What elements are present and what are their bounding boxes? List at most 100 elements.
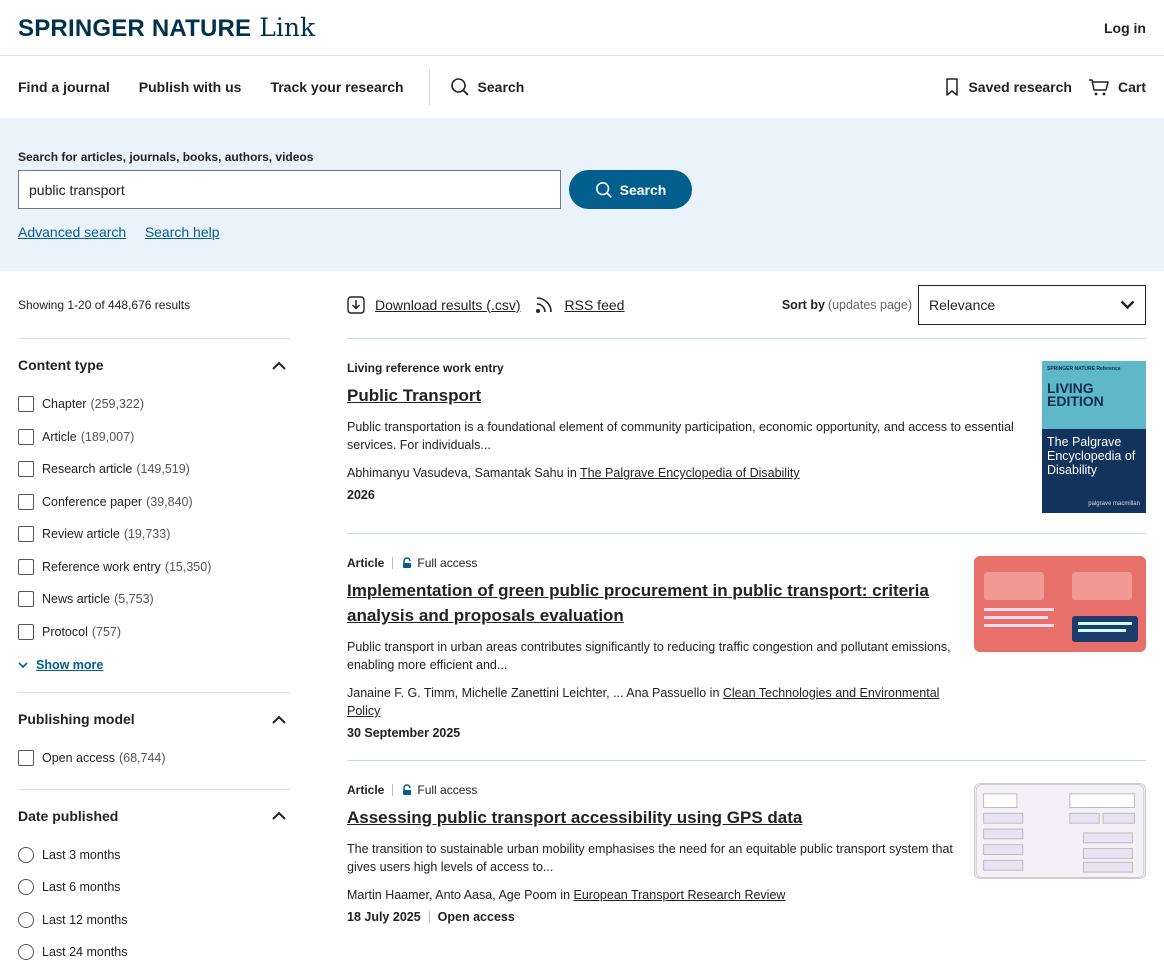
chevron-up-icon[interactable] [272, 811, 286, 820]
facet-publishing-model-header[interactable]: Publishing model [18, 711, 290, 727]
filter-option[interactable]: Open access (68,744) [18, 742, 290, 775]
nav-search-button[interactable]: Search [450, 77, 524, 97]
filter-option[interactable]: News article (5,753) [18, 583, 290, 616]
nav-saved-label: Saved research [968, 79, 1072, 95]
option-count: (15,350) [164, 559, 212, 574]
facet-publishing-model: Publishing model Open access (68,744) [18, 693, 290, 790]
results-toolbar: Download results (.csv) RSS feed Sort by… [347, 271, 1146, 339]
top-header: SPRINGER NATURE Link Log in [0, 0, 1164, 56]
main-nav: Find a journal Publish with us Track you… [0, 56, 1164, 118]
sort-select[interactable]: Relevance [918, 284, 1146, 325]
filter-option[interactable]: Protocol (757) [18, 616, 290, 649]
result-snippet: Public transport in urban areas contribu… [347, 640, 951, 672]
authors-text: Abhimanyu Vasudeva, Samantak Sahu in [347, 466, 581, 480]
nav-divider [428, 69, 430, 105]
radio[interactable] [18, 911, 34, 928]
filter-option[interactable]: Conference paper (39,840) [18, 486, 290, 519]
graphical-abstract-thumbnail[interactable] [974, 783, 1146, 924]
option-label: Last 3 months [42, 847, 121, 862]
chevron-up-icon[interactable] [272, 715, 286, 724]
result-item: Living reference work entry Public Trans… [347, 339, 1146, 534]
graphical-abstract-image [974, 783, 1146, 879]
radio[interactable] [18, 879, 34, 896]
download-results-link[interactable]: Download results (.csv) [347, 295, 521, 314]
graphical-abstract-image [974, 556, 1146, 652]
nav-publish-with-us[interactable]: Publish with us [139, 79, 242, 95]
result-title-link[interactable]: Public Transport [347, 383, 1022, 408]
sort-note: (updates page) [827, 297, 912, 312]
login-link[interactable]: Log in [1104, 20, 1146, 36]
logo-brand: SPRINGER NATURE [18, 14, 252, 42]
date-option[interactable]: Last 24 months [18, 936, 290, 969]
search-submit-button[interactable]: Search [569, 170, 692, 209]
nav-find-journal[interactable]: Find a journal [18, 79, 110, 95]
access-badge: Full access [401, 783, 477, 797]
cart-icon [1088, 79, 1109, 96]
full-access-icon [403, 784, 412, 795]
result-title-link[interactable]: Assessing public transport accessibility… [347, 805, 954, 830]
checkbox[interactable] [18, 750, 34, 767]
bookmark-icon [946, 78, 959, 96]
search-input[interactable] [18, 170, 561, 209]
date-text: 18 July 2025 [347, 910, 421, 924]
option-label: Chapter [42, 397, 87, 412]
search-icon [450, 78, 469, 96]
result-title-link[interactable]: Implementation of green public procureme… [347, 578, 954, 628]
facet-title: Content type [18, 357, 104, 373]
radio[interactable] [18, 846, 34, 863]
search-banner: Search for articles, journals, books, au… [0, 118, 1164, 271]
rss-icon [535, 296, 552, 313]
nav-cart[interactable]: Cart [1088, 77, 1146, 97]
nav-saved-research[interactable]: Saved research [944, 77, 1072, 97]
facet-title: Date published [18, 807, 119, 824]
filter-option[interactable]: Research article (149,519) [18, 453, 290, 486]
filter-option[interactable]: Review article (19,733) [18, 518, 290, 551]
checkbox[interactable] [18, 526, 34, 543]
sort-label: Sort by [781, 297, 825, 312]
checkbox[interactable] [18, 623, 34, 640]
option-count: (68,744) [118, 751, 166, 766]
facet-content-type-header[interactable]: Content type [18, 357, 290, 373]
radio[interactable] [18, 944, 34, 961]
checkbox[interactable] [18, 493, 34, 510]
access-label: Full access [417, 783, 478, 797]
content-type-label: Article [347, 783, 385, 797]
option-count: (19,733) [123, 527, 171, 542]
show-more-button[interactable]: Show more [18, 652, 290, 678]
rss-feed-link[interactable]: RSS feed [535, 296, 624, 314]
search-help-link[interactable]: Search help [145, 224, 220, 240]
cover-title: The Palgrave Encyclopedia of Disability [1047, 435, 1136, 477]
book-cover-thumbnail[interactable]: SPRINGER NATURE Reference LIVING EDITION… [1042, 361, 1146, 513]
checkbox[interactable] [18, 461, 34, 478]
chevron-up-icon[interactable] [272, 361, 286, 370]
chevron-down-icon [18, 661, 28, 668]
date-option[interactable]: Last 3 months [18, 839, 290, 872]
checkbox[interactable] [18, 591, 34, 608]
option-label: Last 24 months [42, 945, 128, 960]
source-link[interactable]: The Palgrave Encyclopedia of Disability [580, 466, 800, 480]
access-label: Full access [417, 556, 478, 570]
search-label: Search for articles, journals, books, au… [18, 150, 314, 164]
checkbox[interactable] [18, 558, 34, 575]
checkbox[interactable] [18, 428, 34, 445]
option-label: Last 6 months [42, 880, 121, 895]
show-more-label[interactable]: Show more [36, 658, 103, 672]
option-label: Article [42, 429, 77, 444]
filter-option[interactable]: Article (189,007) [18, 421, 290, 454]
cover-publisher: SPRINGER NATURE Reference [1047, 366, 1121, 372]
content-type-label: Living reference work entry [347, 361, 504, 375]
option-count: (757) [91, 624, 122, 639]
full-access-icon [403, 557, 412, 568]
checkbox[interactable] [18, 396, 34, 413]
advanced-search-link[interactable]: Advanced search [18, 224, 126, 240]
access-badge: Full access [401, 556, 477, 570]
graphical-abstract-thumbnail[interactable] [974, 556, 1146, 740]
facet-date-published-header[interactable]: Date published [18, 808, 290, 824]
date-option[interactable]: Last 12 months [18, 904, 290, 937]
springer-nature-link-logo[interactable]: SPRINGER NATURE Link [18, 13, 315, 43]
filter-option[interactable]: Reference work entry (15,350) [18, 551, 290, 584]
source-link[interactable]: European Transport Research Review [574, 888, 786, 902]
filter-option[interactable]: Chapter (259,322) [18, 388, 290, 421]
nav-track-research[interactable]: Track your research [270, 79, 403, 95]
date-option[interactable]: Last 6 months [18, 871, 290, 904]
